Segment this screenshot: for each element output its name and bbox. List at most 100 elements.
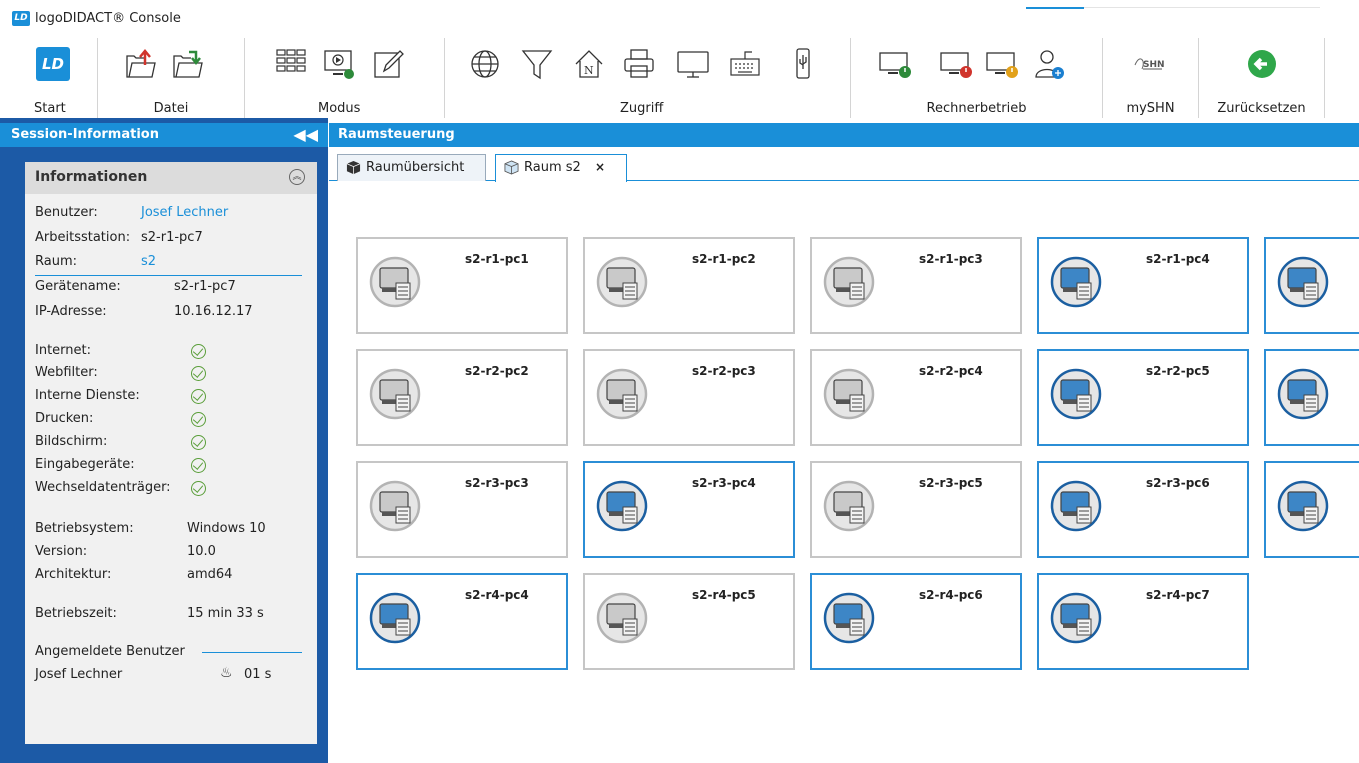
check-ok-icon [191,458,206,473]
mode-edit-button[interactable] [371,46,407,82]
power-off-button[interactable] [938,46,974,82]
webfilter-button[interactable] [519,46,555,82]
computer-tile[interactable] [1264,349,1359,446]
computer-name: s2-r4-pc6 [919,588,983,602]
usb-access-button[interactable] [785,46,821,82]
globe-icon [471,50,499,78]
computer-tile[interactable] [1264,461,1359,558]
user-label: Benutzer: [35,205,98,220]
computer-icon [369,368,421,420]
monitor-icon [677,51,709,78]
internal-services-button[interactable]: N [571,46,607,82]
tab-room-s2[interactable]: Raum s2 × [495,154,627,182]
computer-name: s2-r2-pc4 [919,364,983,378]
computer-icon [369,480,421,532]
computer-tile[interactable]: s2-r3-pc4 [583,461,795,558]
computer-icon [823,256,875,308]
print-access-button[interactable] [621,46,657,82]
title-accent-line [1026,7,1084,9]
service-webfilter-label: Webfilter: [35,365,98,380]
collapse-up-icon[interactable]: ︽ [289,169,305,185]
close-tab-icon[interactable]: × [595,160,605,174]
computer-tile[interactable]: s2-r4-pc4 [356,573,568,670]
computer-name: s2-r4-pc5 [692,588,756,602]
reset-button[interactable] [1244,46,1280,82]
computer-name: s2-r3-pc6 [1146,476,1210,490]
computer-name: s2-r3-pc5 [919,476,983,490]
coffee-cup-icon: ♨ [220,665,233,681]
computer-icon [823,480,875,532]
computer-tile[interactable]: s2-r1-pc1 [356,237,568,334]
computer-tile[interactable] [1264,237,1359,334]
service-internal-label: Interne Dienste: [35,388,140,403]
mode-presentation-button[interactable] [321,46,357,82]
logged-user-idle: 01 s [244,667,272,682]
ribbon-group-myshn: SHN mySHN [1103,38,1199,118]
computer-tile[interactable]: s2-r1-pc2 [583,237,795,334]
user-session-button[interactable] [1031,46,1067,82]
mode-grid-button[interactable] [273,46,309,82]
monitor-power-off-icon [940,52,972,78]
restart-button[interactable] [984,46,1020,82]
import-folder-button[interactable] [170,46,206,82]
input-devices-button[interactable] [727,46,763,82]
computer-icon [1277,480,1329,532]
ip-value: 10.16.12.17 [174,304,253,319]
svg-text:N: N [584,64,594,77]
title-bar: LD logoDIDACT® Console [0,0,1359,38]
computer-tile[interactable]: s2-r3-pc6 [1037,461,1249,558]
computer-name: s2-r1-pc2 [692,252,756,266]
myshn-button[interactable]: SHN [1131,46,1167,82]
device-value: s2-r1-pc7 [174,279,236,294]
export-folder-button[interactable] [123,46,159,82]
computer-name: s2-r4-pc7 [1146,588,1210,602]
computer-tile[interactable]: s2-r1-pc3 [810,237,1022,334]
info-header[interactable]: Informationen ︽ [25,162,317,194]
logged-user-name[interactable]: Josef Lechner [35,667,122,682]
group-label-modus: Modus [318,101,361,116]
tab-room-overview[interactable]: Raumübersicht [337,154,486,181]
computer-tile[interactable]: s2-r2-pc3 [583,349,795,446]
room-control-header: Raumsteuerung [329,123,1359,147]
computer-icon [369,592,421,644]
computer-icon [369,256,421,308]
ribbon: LD Start Datei Modus N Zugriff Rechnerbe… [0,38,1359,118]
computer-tile[interactable]: s2-r4-pc5 [583,573,795,670]
computer-tile[interactable]: s2-r4-pc6 [810,573,1022,670]
computer-name: s2-r2-pc2 [465,364,529,378]
computer-tile[interactable]: s2-r2-pc5 [1037,349,1249,446]
computer-icon [823,592,875,644]
user-value[interactable]: Josef Lechner [141,205,228,220]
internet-access-button[interactable] [467,46,503,82]
workstation-value: s2-r1-pc7 [141,230,203,245]
computer-icon [596,368,648,420]
power-on-button[interactable] [877,46,913,82]
computer-tile[interactable]: s2-r3-pc5 [810,461,1022,558]
app-logo-icon: LD [12,11,30,26]
computer-icon [1277,368,1329,420]
printer-icon [624,49,654,78]
computer-tile[interactable]: s2-r2-pc2 [356,349,568,446]
check-ok-icon [191,435,206,450]
computer-tile[interactable]: s2-r2-pc4 [810,349,1022,446]
reset-arrow-icon [1248,50,1276,78]
computer-name: s2-r2-pc5 [1146,364,1210,378]
computer-tile[interactable]: s2-r3-pc3 [356,461,568,558]
service-print-label: Drucken: [35,411,94,426]
monitor-restart-icon [986,52,1018,78]
info-box: Informationen ︽ Benutzer: Josef Lechner … [25,162,317,744]
user-icon [1035,50,1064,79]
computer-tile[interactable]: s2-r1-pc4 [1037,237,1249,334]
computer-tile[interactable]: s2-r4-pc7 [1037,573,1249,670]
ribbon-group-modus: Modus [245,38,445,118]
computer-name: s2-r1-pc1 [465,252,529,266]
window-title: logoDIDACT® Console [35,11,181,26]
room-value[interactable]: s2 [141,254,156,269]
start-button[interactable]: LD [35,46,71,82]
session-panel: Session-Information ◀◀ Informationen ︽ B… [0,118,328,763]
group-label-zugriff: Zugriff [620,101,664,116]
collapse-panel-icon[interactable]: ◀◀ [293,123,318,147]
group-label-start: Start [34,101,66,116]
computer-icon [1050,480,1102,532]
screen-access-button[interactable] [675,46,711,82]
